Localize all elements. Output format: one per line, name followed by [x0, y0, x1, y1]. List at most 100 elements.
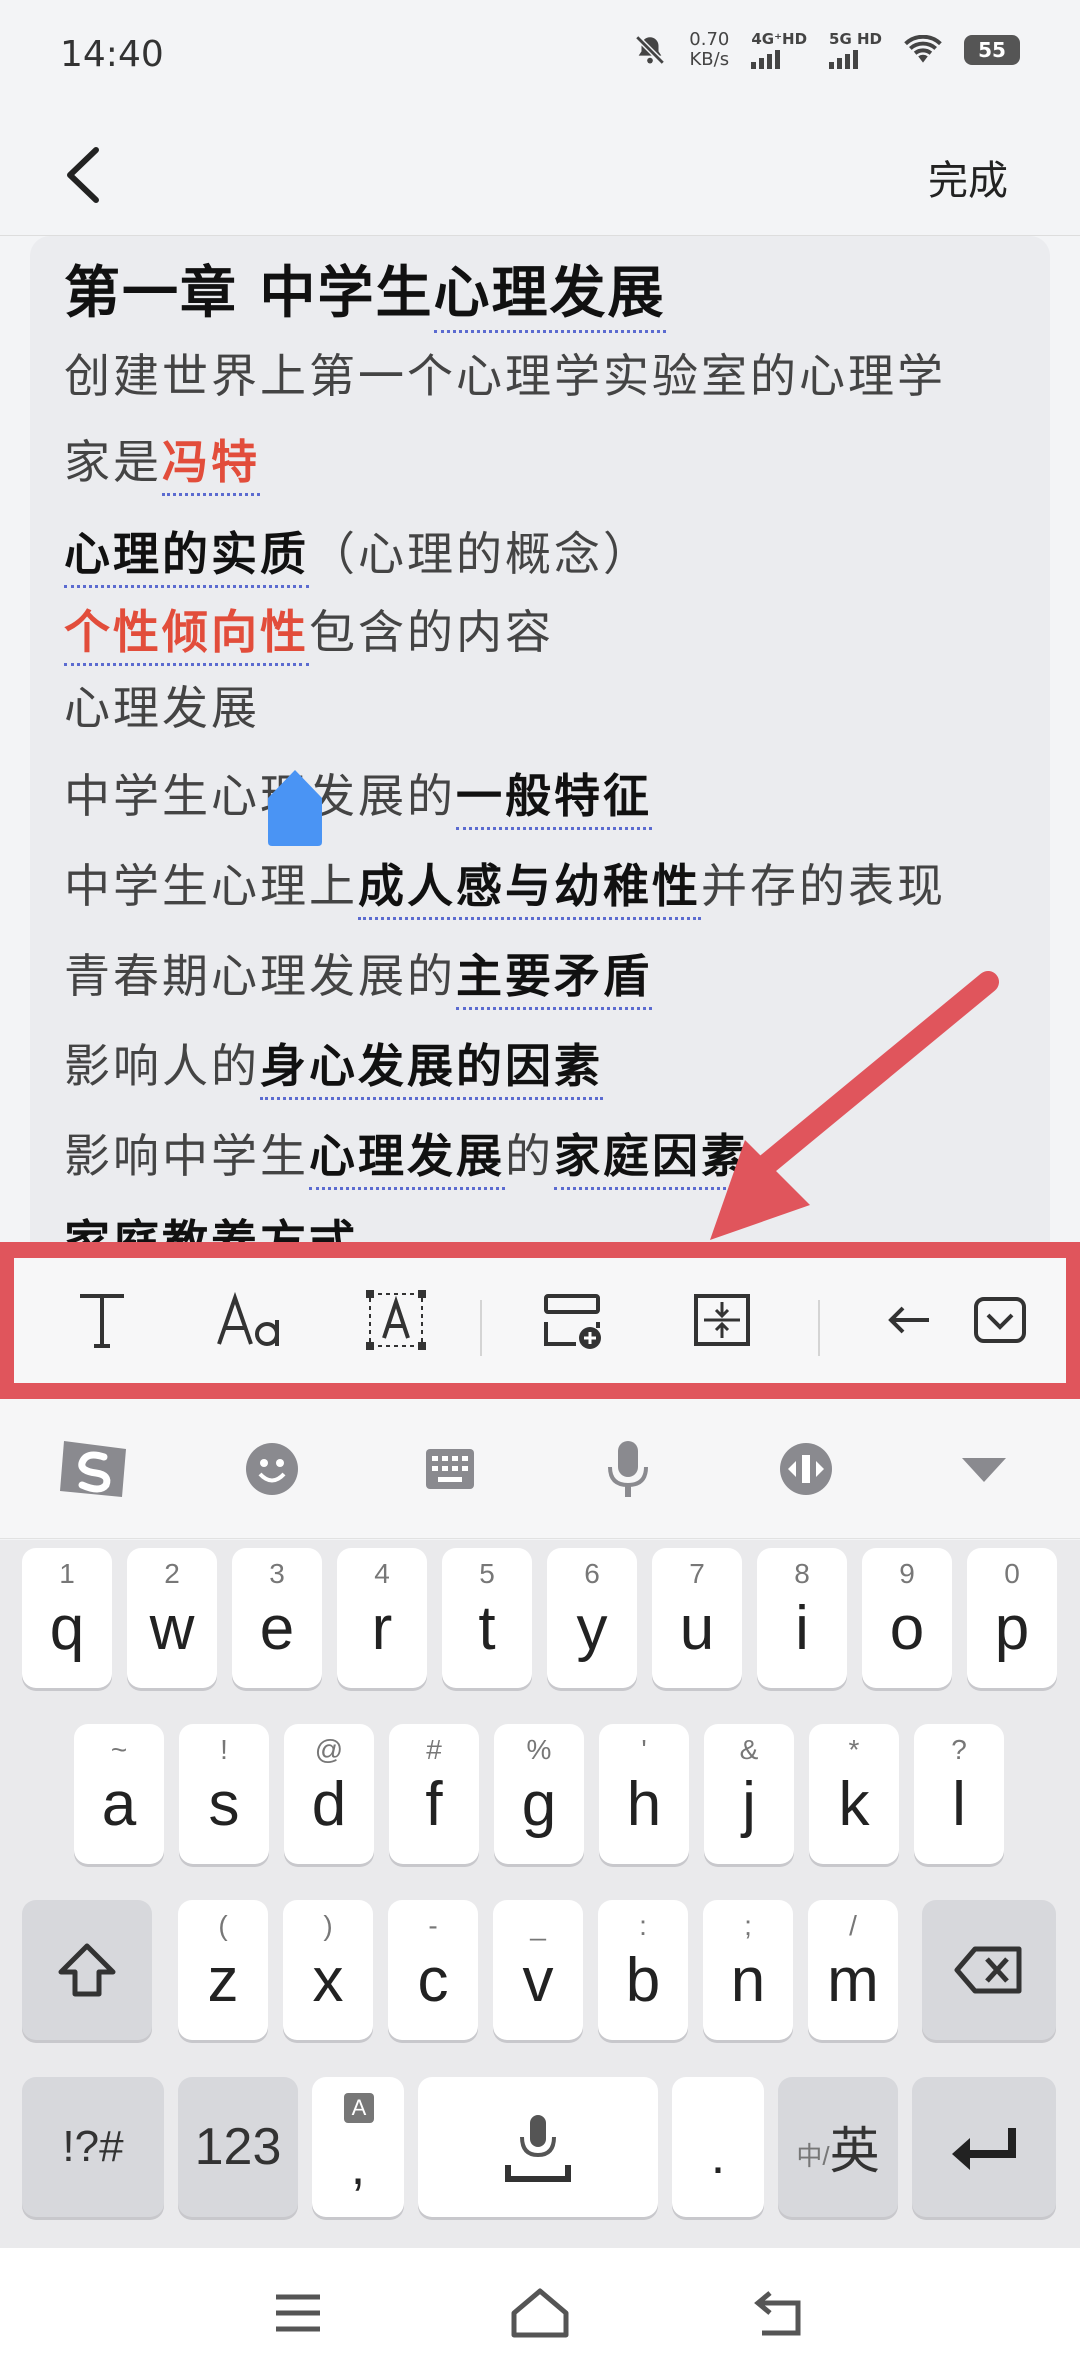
key-r[interactable]: 4r: [337, 1548, 427, 1688]
enter-key[interactable]: [912, 2077, 1056, 2217]
done-button[interactable]: 完成: [928, 148, 1008, 206]
key-label: k: [838, 1770, 870, 1839]
soft-keyboard: 1q2w3e4r5t6y7u8i9o0p ~ a! s @ d # f% g ' h & j * k? l …: [0, 1540, 1080, 2248]
insert-block-icon[interactable]: [532, 1280, 612, 1360]
sogou-logo-icon[interactable]: [54, 1429, 134, 1509]
comma-key[interactable]: A ,: [312, 2077, 404, 2217]
toolbar-divider: [818, 1300, 820, 1356]
ime-toolbar: [0, 1399, 1080, 1539]
key-label: n: [730, 1946, 766, 2015]
key-hint: -: [428, 1910, 438, 1941]
text-line-partial: 家庭教养方式: [64, 1215, 358, 1242]
mute-icon: [635, 35, 666, 65]
key-hint: &: [739, 1734, 759, 1765]
key-u[interactable]: 7u: [652, 1548, 742, 1688]
back-nav-icon[interactable]: [740, 2278, 820, 2348]
space-key[interactable]: [418, 2077, 658, 2217]
font-size-icon[interactable]: [210, 1280, 290, 1360]
network-speed: 0.70 KB/s: [689, 29, 730, 70]
key-j[interactable]: & j: [704, 1724, 794, 1864]
key-hint: 9: [899, 1558, 915, 1589]
key-s[interactable]: ! s: [179, 1724, 269, 1864]
key-f[interactable]: # f: [389, 1724, 479, 1864]
key-w[interactable]: 2w: [127, 1548, 217, 1688]
period-key[interactable]: .: [672, 2077, 764, 2217]
text-line: 创建世界上第一个心理学实验室的心理学: [64, 349, 946, 403]
menu-icon[interactable]: [258, 2278, 338, 2348]
key-b[interactable]: :b: [598, 1900, 688, 2040]
key-z[interactable]: (z: [178, 1900, 268, 2040]
system-nav-bar: [0, 2248, 1080, 2376]
key-hint: 8: [794, 1558, 810, 1589]
key-hint: 7: [689, 1558, 705, 1589]
spacing-icon[interactable]: [682, 1280, 762, 1360]
microphone-icon[interactable]: [588, 1429, 668, 1509]
key-hint: *: [848, 1734, 860, 1765]
key-hint: @: [314, 1734, 344, 1765]
key-x[interactable]: ) x: [283, 1900, 373, 2040]
text-line: 家是冯特: [64, 426, 260, 496]
key-label: p: [994, 1594, 1030, 1663]
key-y[interactable]: 6y: [547, 1548, 637, 1688]
numbers-key[interactable]: 123: [178, 2077, 298, 2217]
key-i[interactable]: 8i: [757, 1548, 847, 1688]
key-label: a: [101, 1770, 137, 1839]
hide-keyboard-icon[interactable]: [944, 1429, 1024, 1509]
text-style-icon[interactable]: [62, 1280, 142, 1360]
keyboard-icon[interactable]: [410, 1429, 490, 1509]
key-a[interactable]: ~ a: [74, 1724, 164, 1864]
key-label: t: [478, 1594, 496, 1663]
key-hint: #: [426, 1734, 442, 1765]
key-hint: :: [639, 1910, 647, 1941]
key-label: u: [679, 1594, 715, 1663]
key-g[interactable]: % g: [494, 1724, 584, 1864]
key-label: o: [889, 1594, 925, 1663]
backspace-key[interactable]: [922, 1900, 1056, 2040]
key-t[interactable]: 5t: [442, 1548, 532, 1688]
text-box-icon[interactable]: [356, 1280, 436, 1360]
key-hint: ~: [110, 1734, 128, 1765]
key-p[interactable]: 0p: [967, 1548, 1057, 1688]
key-o[interactable]: 9o: [862, 1548, 952, 1688]
key-k[interactable]: * k: [809, 1724, 899, 1864]
text-line: 中学生心理发展的一般特征: [64, 760, 652, 830]
key-v[interactable]: _ v: [493, 1900, 583, 2040]
key-n[interactable]: ; n: [703, 1900, 793, 2040]
shift-key[interactable]: [22, 1900, 152, 2040]
text-line: 影响中学生心理发展的家庭因素: [64, 1120, 750, 1190]
wifi-icon: [904, 35, 942, 63]
status-bar: 14:40 0.70 KB/s 4G⁺HD 5G HD 55: [0, 0, 1080, 118]
key-hint: (: [218, 1910, 228, 1941]
key-d[interactable]: @ d: [284, 1724, 374, 1864]
key-hint: /: [849, 1910, 857, 1941]
emoji-icon[interactable]: [232, 1429, 312, 1509]
key-c[interactable]: -c: [388, 1900, 478, 2040]
text-line: 中学生心理上成人感与幼稚性并存的表现: [64, 850, 946, 920]
home-icon[interactable]: [500, 2278, 580, 2348]
key-m[interactable]: / m: [808, 1900, 898, 2040]
key-label: b: [625, 1946, 661, 2015]
key-e[interactable]: 3e: [232, 1548, 322, 1688]
key-label: w: [149, 1594, 195, 1663]
status-icons: 0.70 KB/s 4G⁺HD 5G HD 55: [633, 30, 1020, 70]
undo-icon[interactable]: [870, 1280, 950, 1360]
note-editor[interactable]: 第一章 中学生心理发展 创建世界上第一个心理学实验室的心理学 家是冯特 心理的实…: [30, 236, 1050, 1242]
symbols-key[interactable]: !?#: [22, 2077, 164, 2217]
key-hint: 5: [479, 1558, 495, 1589]
key-h[interactable]: ' h: [599, 1724, 689, 1864]
clipboard-icon[interactable]: [766, 1429, 846, 1509]
key-q[interactable]: 1q: [22, 1548, 112, 1688]
key-hint: 1: [59, 1558, 75, 1589]
key-hint: 4: [374, 1558, 390, 1589]
language-switch-key[interactable]: 中/英: [778, 2077, 898, 2217]
back-icon[interactable]: [52, 140, 122, 210]
collapse-icon[interactable]: [960, 1280, 1040, 1360]
cursor-handle-icon[interactable]: [266, 768, 324, 848]
key-label: z: [207, 1946, 239, 2015]
key-label: j: [742, 1770, 756, 1839]
format-toolbar: [14, 1258, 1066, 1383]
key-l[interactable]: ? l: [914, 1724, 1004, 1864]
text-line: 影响人的身心发展的因素: [64, 1030, 603, 1100]
key-hint: ;: [744, 1910, 752, 1941]
key-label: x: [312, 1946, 344, 2015]
